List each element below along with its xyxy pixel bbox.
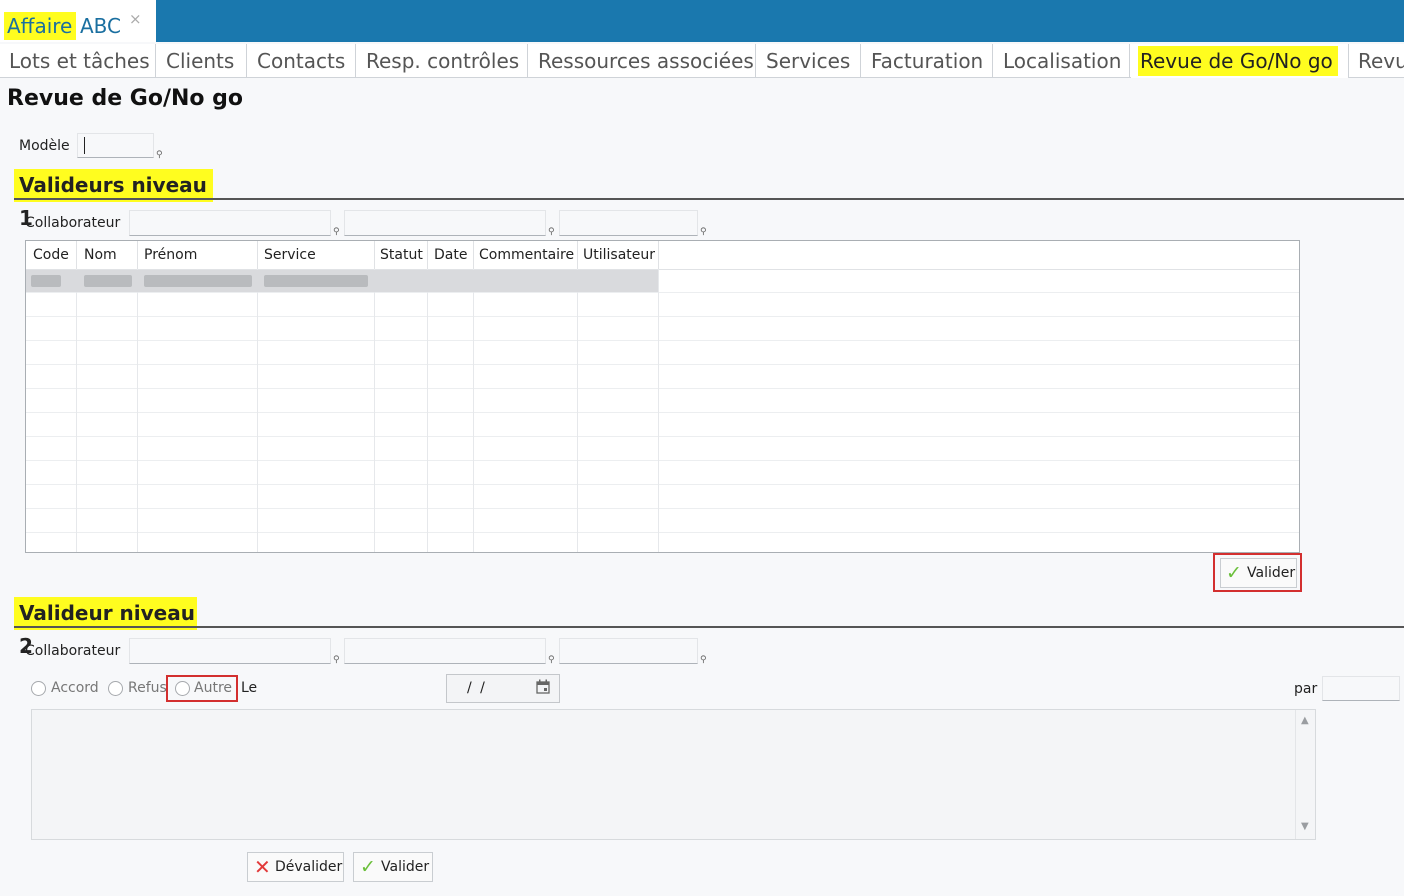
modele-input[interactable] (77, 133, 154, 158)
scroll-down-icon[interactable]: ▼ (1301, 821, 1309, 832)
row-divider (26, 364, 1299, 365)
devalider-label: Dévalider (275, 859, 343, 875)
collaborateur-service-input[interactable] (559, 638, 698, 664)
close-icon[interactable]: × (129, 10, 142, 28)
column-divider (658, 241, 659, 552)
column-header-prenom[interactable]: Prénom (138, 241, 258, 269)
pin-icon[interactable]: ⚲ (548, 655, 555, 665)
document-tab-label-name: ABC (80, 14, 122, 38)
pin-icon[interactable]: ⚲ (333, 655, 340, 665)
tab-resp-controles[interactable]: Resp. contrôles (357, 44, 528, 78)
row-divider (26, 316, 1299, 317)
row-divider (26, 532, 1299, 533)
collaborateur-label: Collaborateur (25, 643, 121, 659)
radio-accord-label: Accord (51, 680, 99, 696)
par-input[interactable] (1322, 676, 1400, 701)
column-header-nom[interactable]: Nom (77, 241, 138, 269)
page-title: Revue de Go/No go (7, 86, 244, 111)
collaborateur-nom-input[interactable] (344, 638, 546, 664)
table-header: Code Nom Prénom Service Statut Date Comm… (26, 241, 659, 269)
tab-facturation[interactable]: Facturation (862, 44, 993, 78)
tab-revue-go-no-go[interactable]: Revue de Go/No go (1131, 44, 1348, 78)
collaborateur-code-input[interactable] (129, 638, 331, 664)
row-divider (26, 340, 1299, 341)
radio-refus-label: Refus (128, 680, 167, 696)
collaborateur-nom-input[interactable] (344, 210, 546, 236)
valider-level2-label: Valider (381, 859, 430, 875)
annotation-highlight (166, 675, 238, 702)
column-header-service[interactable]: Service (258, 241, 375, 269)
column-header-date[interactable]: Date (428, 241, 474, 269)
cross-icon: ✕ (254, 855, 271, 879)
row-divider (26, 388, 1299, 389)
validators-table[interactable]: Code Nom Prénom Service Statut Date Comm… (25, 240, 1300, 553)
row-divider (26, 292, 1299, 293)
document-tab-bar: Affaire ABC × (0, 0, 1404, 42)
document-tab[interactable]: Affaire ABC × (0, 0, 156, 42)
scroll-up-icon[interactable]: ▲ (1301, 715, 1309, 726)
valider-level2-button[interactable]: ✓ Valider (353, 852, 433, 882)
comment-textarea[interactable]: ▲ ▼ (31, 709, 1316, 840)
row-divider (26, 484, 1299, 485)
column-header-commentaire[interactable]: Commentaire (474, 241, 578, 269)
document-tab-label-affaire: Affaire (7, 14, 73, 38)
row-divider (26, 436, 1299, 437)
section-tabs: Lots et tâches Clients Contacts Resp. co… (0, 44, 1404, 78)
redacted-cell (264, 275, 368, 287)
redacted-cell (144, 275, 252, 287)
devalider-button[interactable]: ✕ Dévalider (247, 852, 344, 882)
collaborateur-service-input[interactable] (559, 210, 698, 236)
tab-localisation[interactable]: Localisation (994, 44, 1130, 78)
collaborateur-label: Collaborateur (25, 215, 121, 231)
radio-refus[interactable] (108, 681, 123, 696)
column-header-statut[interactable]: Statut (375, 241, 428, 269)
calendar-icon[interactable] (536, 679, 550, 698)
radio-accord[interactable] (31, 681, 46, 696)
row-divider (26, 508, 1299, 509)
section-divider (14, 626, 1404, 628)
tab-revue-overflow[interactable]: Revu (1348, 44, 1404, 78)
scrollbar[interactable]: ▲ ▼ (1295, 710, 1315, 839)
le-label: Le (241, 680, 258, 696)
row-divider (26, 460, 1299, 461)
modele-label: Modèle (19, 138, 70, 154)
row-divider (26, 412, 1299, 413)
par-label: par (1294, 681, 1318, 697)
column-header-code[interactable]: Code (26, 241, 77, 269)
date-picker-field[interactable]: / / (446, 674, 560, 703)
tab-contacts[interactable]: Contacts (248, 44, 356, 78)
check-icon: ✓ (360, 856, 376, 878)
tab-services[interactable]: Services (757, 44, 861, 78)
tab-revue-go-no-go-label: Revue de Go/No go (1138, 46, 1338, 76)
pin-icon[interactable]: ⚲ (333, 227, 340, 237)
tab-ressources-associees[interactable]: Ressources associées (529, 44, 756, 78)
redacted-cell (84, 275, 132, 287)
text-cursor (84, 137, 85, 154)
pin-icon[interactable]: ⚲ (548, 227, 555, 237)
date-value: / / (467, 680, 487, 696)
tab-lots-et-taches[interactable]: Lots et tâches (0, 44, 156, 78)
collaborateur-code-input[interactable] (129, 210, 331, 236)
pin-icon[interactable]: ⚲ (700, 655, 707, 665)
section-divider (14, 198, 1404, 200)
tab-clients[interactable]: Clients (157, 44, 247, 78)
pin-icon[interactable]: ⚲ (156, 150, 163, 160)
redacted-cell (31, 275, 61, 287)
page: Affaire ABC × Lots et tâches Clients Con… (0, 0, 1404, 896)
annotation-highlight (1213, 553, 1302, 592)
pin-icon[interactable]: ⚲ (700, 227, 707, 237)
column-header-utilisateur[interactable]: Utilisateur (578, 241, 659, 269)
